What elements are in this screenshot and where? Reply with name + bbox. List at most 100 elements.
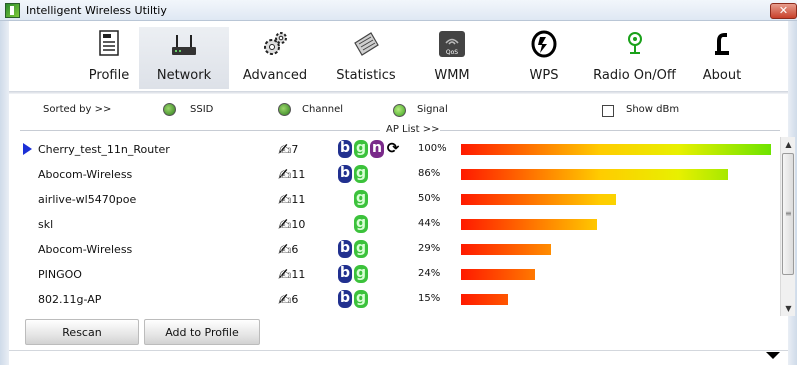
ap-list-row[interactable]: Abocom-Wireless ✍6 b g 29% xyxy=(20,237,779,262)
window-title: Intelligent Wireless Utiltiy xyxy=(26,4,167,17)
ap-channel: ✍6 xyxy=(278,240,298,259)
mode-g-icon: g xyxy=(354,190,368,208)
channel-icon: ✍ xyxy=(278,240,292,259)
sort-ssid-radio[interactable] xyxy=(163,103,176,116)
sort-channel-label: Channel xyxy=(302,104,344,115)
mode-b-icon: b xyxy=(338,240,352,258)
mode-g-icon: g xyxy=(354,215,368,233)
radio-icon xyxy=(627,32,642,54)
toolbar-separator xyxy=(9,91,788,94)
tab-label: Network xyxy=(156,68,212,83)
sorted-by-label: Sorted by >> xyxy=(43,104,112,115)
ap-ssid: skl xyxy=(38,218,54,231)
tab-label: WPS xyxy=(529,68,559,83)
tab-advanced[interactable]: Advanced xyxy=(230,27,320,89)
wps-icon xyxy=(531,30,557,58)
ap-channel: ✍11 xyxy=(278,165,305,184)
ap-signal-percent: 86% xyxy=(418,168,441,179)
add-to-profile-button[interactable]: Add to Profile xyxy=(144,319,260,345)
sort-row: Sorted by >> SSID Channel Signal Show dB… xyxy=(9,96,788,126)
ap-list-row[interactable]: PINGOO ✍11 b g 24% xyxy=(20,262,779,287)
mode-wps-icon: ⟳ xyxy=(386,139,400,158)
ap-list-row[interactable]: Cherry_test_11n_Router ✍7 b g n ⟳ 100% xyxy=(20,137,779,162)
channel-icon: ✍ xyxy=(278,265,292,284)
ap-channel: ✍11 xyxy=(278,190,305,209)
ap-signal-bar xyxy=(461,144,771,155)
ap-channel: ✍6 xyxy=(278,290,298,309)
mode-b-icon: b xyxy=(338,265,352,283)
ap-ssid: Cherry_test_11n_Router xyxy=(38,143,170,156)
mode-g-icon: g xyxy=(354,265,368,283)
ap-signal-bar xyxy=(461,269,535,280)
mode-g-icon: g xyxy=(354,165,368,183)
ap-ssid: 802.11g-AP xyxy=(38,293,102,306)
ap-ssid: airlive-wl5470poe xyxy=(38,193,137,206)
tab-label: WMM xyxy=(434,68,470,83)
ap-signal-percent: 24% xyxy=(418,268,441,279)
ap-signal-bar xyxy=(461,294,508,305)
main-toolbar: Profile Network Advanced Statistics QoS … xyxy=(9,27,788,89)
tab-about[interactable]: About xyxy=(687,27,757,89)
network-icon xyxy=(172,35,196,55)
ap-signal-percent: 44% xyxy=(418,218,441,229)
mode-g-icon: g xyxy=(354,140,368,158)
ap-list-row[interactable]: 802.11g-AP ✍6 b g 15% xyxy=(20,287,779,312)
ap-signal-bar xyxy=(461,169,728,180)
ap-ssid: Abocom-Wireless xyxy=(38,243,133,256)
ap-list-row[interactable]: skl ✍10 g 44% xyxy=(20,212,779,237)
profile-icon xyxy=(99,30,119,56)
tab-network[interactable]: Network xyxy=(139,27,229,89)
ap-list[interactable]: Cherry_test_11n_Router ✍7 b g n ⟳ 100% Abocom-W… xyxy=(20,137,779,316)
sort-ssid-label: SSID xyxy=(190,104,214,115)
scroll-thumb[interactable]: ≡ xyxy=(782,153,794,275)
tab-label: Radio On/Off xyxy=(593,68,676,83)
channel-number: 11 xyxy=(291,168,306,181)
ap-signal-bar xyxy=(461,194,616,205)
tab-wmm[interactable]: QoS WMM xyxy=(407,27,497,89)
statistics-icon xyxy=(354,32,379,56)
ap-list-row[interactable]: airlive-wl5470poe ✍11 g 50% xyxy=(20,187,779,212)
channel-number: 6 xyxy=(291,243,299,256)
sort-signal-label: Signal xyxy=(417,104,448,115)
mode-b-icon: b xyxy=(338,140,352,158)
channel-icon: ✍ xyxy=(278,290,292,309)
ap-signal-percent: 100% xyxy=(418,143,447,154)
mode-b-icon: b xyxy=(338,290,352,308)
ap-list-row[interactable]: Abocom-Wireless ✍11 b g 86% xyxy=(20,162,779,187)
channel-number: 10 xyxy=(291,218,306,231)
ap-list-label: AP List >> xyxy=(386,124,440,135)
sort-signal-radio[interactable] xyxy=(393,104,406,117)
sort-channel-radio[interactable] xyxy=(278,103,291,116)
mode-g-icon: g xyxy=(354,290,368,308)
tab-label: About xyxy=(702,68,742,83)
channel-icon: ✍ xyxy=(278,165,292,184)
ap-signal-bar xyxy=(461,219,597,230)
channel-icon: ✍ xyxy=(278,215,292,234)
rescan-button[interactable]: Rescan xyxy=(25,319,139,345)
ap-list-divider-left xyxy=(20,130,380,131)
ap-channel: ✍7 xyxy=(278,140,298,159)
show-dbm-checkbox[interactable] xyxy=(602,105,614,117)
tab-wps[interactable]: WPS xyxy=(499,27,589,89)
title-bar: Intelligent Wireless Utiltiy ✕ xyxy=(0,0,797,21)
ap-signal-percent: 50% xyxy=(418,193,441,204)
mode-g-icon: g xyxy=(354,240,368,258)
expand-arrow-icon[interactable] xyxy=(766,352,780,359)
tab-radio-on-off[interactable]: Radio On/Off xyxy=(587,27,682,89)
ap-signal-percent: 29% xyxy=(418,243,441,254)
about-icon xyxy=(715,33,729,55)
channel-number: 7 xyxy=(291,143,299,156)
bottom-divider xyxy=(9,350,788,351)
tab-label: Statistics xyxy=(336,68,396,83)
scroll-down-icon[interactable]: ▼ xyxy=(781,301,796,316)
scroll-grip-icon: ≡ xyxy=(785,209,792,218)
close-button[interactable]: ✕ xyxy=(770,3,797,19)
advanced-icon xyxy=(264,32,287,55)
tab-label: Advanced xyxy=(242,68,308,83)
tab-statistics[interactable]: Statistics xyxy=(321,27,411,89)
scroll-up-icon[interactable]: ▲ xyxy=(781,137,796,152)
wmm-icon: QoS xyxy=(439,31,465,57)
ap-list-scrollbar[interactable]: ▲ ≡ ▼ xyxy=(780,137,795,316)
channel-number: 11 xyxy=(291,193,306,206)
selected-arrow-icon xyxy=(23,143,32,155)
